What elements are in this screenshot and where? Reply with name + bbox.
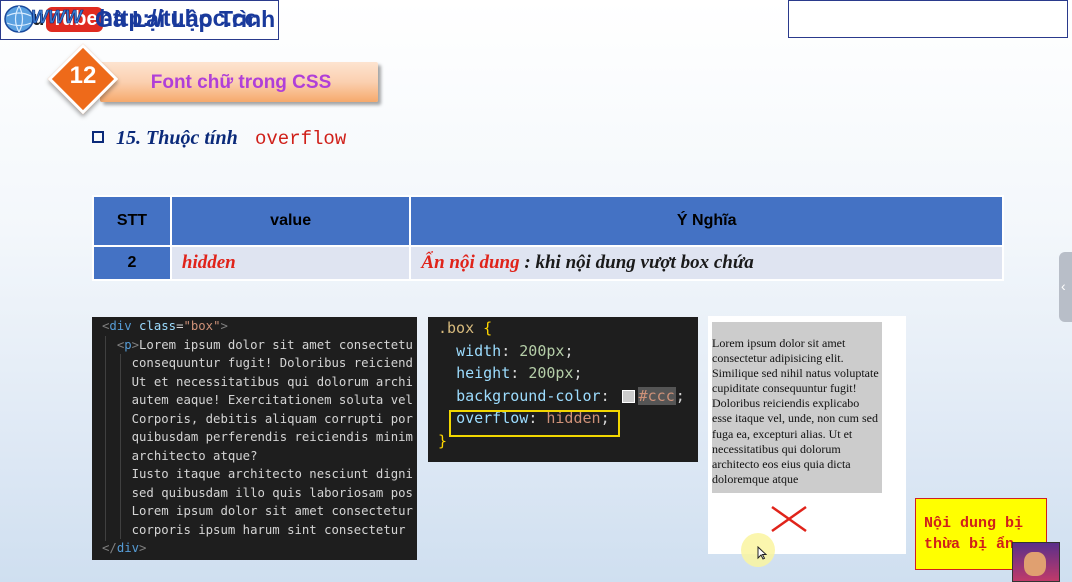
svg-text:WWW: WWW [31, 7, 84, 27]
side-panel-handle[interactable]: ‹ [1059, 252, 1072, 322]
code-line: Iusto itaque architecto nesciunt digni [131, 467, 413, 481]
code-line: corporis ipsum harum sint consectetur [131, 522, 406, 537]
section-title: Font chữ trong CSS [150, 72, 332, 93]
table-row: 2 hidden Ẩn nội dung : khi nội dung vượt… [92, 245, 1004, 281]
meaning-highlight: Ẩn nội dung [421, 252, 520, 273]
www-globe-icon: WWW [4, 5, 84, 33]
avatar-face [1024, 552, 1046, 576]
code-line: autem eaque! Exercitationem soluta vel [131, 393, 413, 407]
code-line: Corporis, debitis aliquam corrupti por [131, 411, 413, 426]
meaning-rest: : khi nội dung vượt box chứa [519, 252, 754, 273]
note-line-1: Nội dung bị [924, 515, 1024, 532]
checkbox-bullet-icon [92, 131, 104, 143]
overflow-highlight-box [449, 410, 620, 437]
code-line: architecto atque? [131, 448, 258, 463]
code-line: sed quibusdam illo quis laboriosam pos [131, 485, 413, 500]
chevron-left-icon: ‹ [1061, 278, 1066, 294]
website-url: http://tuhoc.cc [99, 5, 258, 31]
preview-paragraph: Lorem ipsum dolor sit amet consectetur a… [712, 336, 879, 486]
red-x-icon [771, 505, 807, 533]
mouse-cursor-icon [757, 546, 767, 560]
property-table: STT value Ý Nghĩa 2 hidden Ẩn nội dung :… [92, 195, 1004, 281]
code-line: .box { [438, 319, 493, 337]
code-line: quibusdam perferendis reiciendis minim [131, 430, 413, 444]
column-header-meaning: Ý Nghĩa [409, 195, 1004, 247]
website-box [788, 0, 1068, 38]
code-line: consequuntur fugit! Doloribus reiciend [131, 356, 413, 370]
code-line: <p>Lorem ipsum dolor sit amet consectetu [116, 337, 413, 352]
preview-box: Lorem ipsum dolor sit amet consectetur a… [712, 322, 882, 493]
row-meaning: Ẩn nội dung : khi nội dung vượt box chứa [409, 245, 1004, 281]
row-stt: 2 [92, 245, 172, 281]
column-header-stt: STT [92, 195, 172, 247]
css-code-panel: .box { width: 200px; height: 200px; back… [428, 317, 698, 462]
subtitle-text: 15. Thuộc tính [116, 127, 238, 149]
color-swatch-icon [621, 389, 635, 403]
code-line: </div> [102, 541, 147, 555]
code-line: width: 200px; [456, 341, 574, 360]
code-line: Ut et necessitatibus qui dolorum archi [131, 374, 413, 389]
table-header-row: STT value Ý Nghĩa [92, 195, 1004, 247]
code-line: height: 200px; [456, 364, 583, 382]
code-line: <div class="box"> [102, 319, 228, 333]
code-line: background-color: #ccc; [456, 386, 685, 405]
html-code-panel: <div class="box"> <p>Lorem ipsum dolor s… [92, 317, 417, 560]
subtitle-code: overflow [255, 128, 347, 150]
code-line: Lorem ipsum dolor sit amet consectetur [131, 504, 413, 518]
row-value: hidden [169, 245, 412, 281]
column-header-value: value [169, 195, 412, 247]
